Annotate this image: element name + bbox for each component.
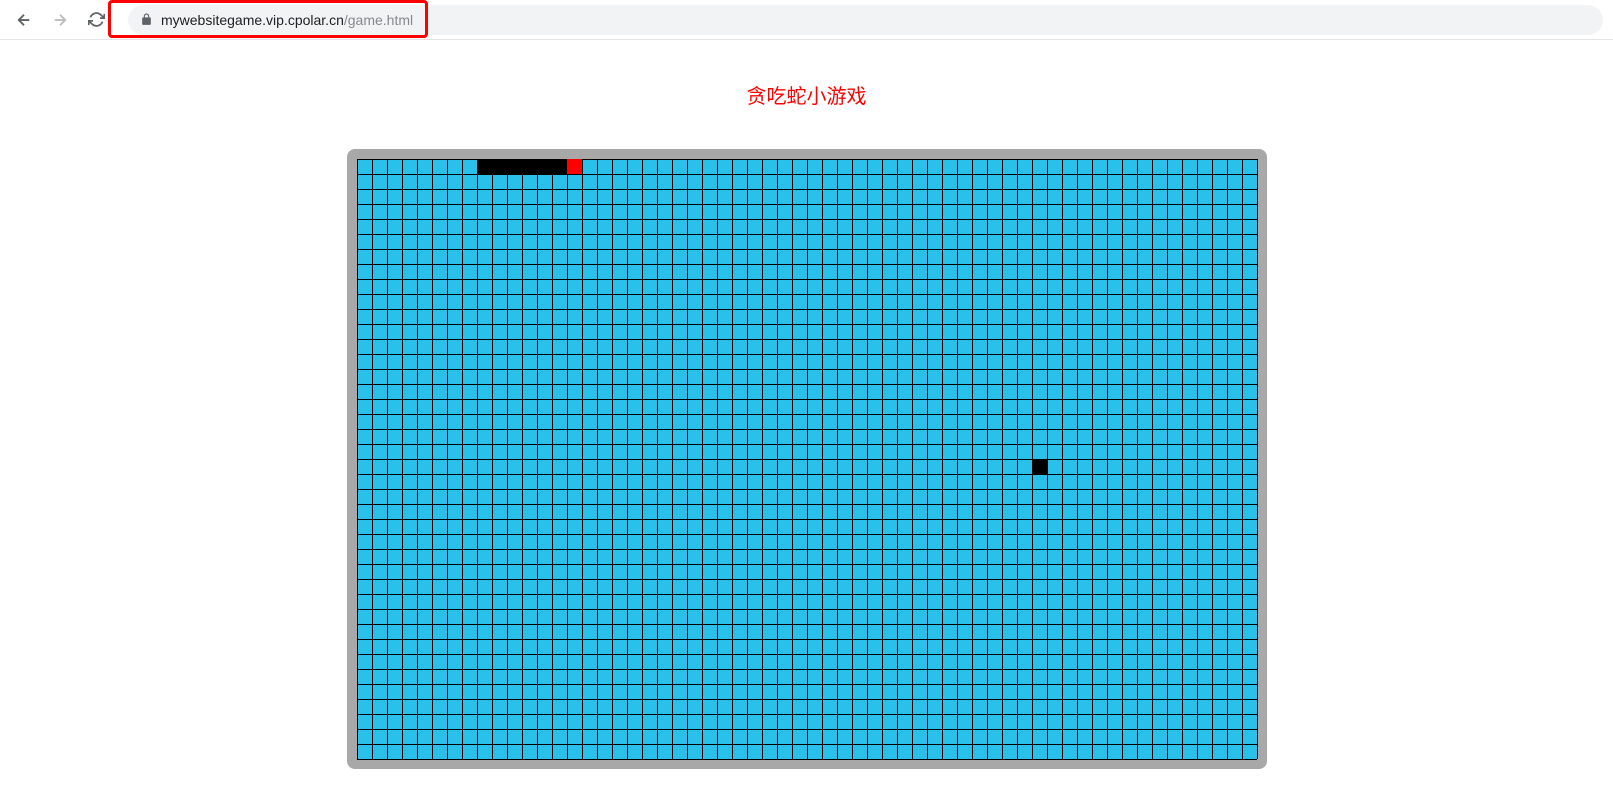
grid-line-horizontal — [357, 189, 1257, 190]
browser-chrome: mywebsitegame.vip.cpolar.cn/game.html — [0, 0, 1613, 40]
grid-line-horizontal — [357, 744, 1257, 745]
grid-line-horizontal — [357, 549, 1257, 550]
game-board[interactable] — [357, 159, 1257, 759]
lock-icon — [140, 13, 153, 26]
grid-line-horizontal — [357, 309, 1257, 310]
grid-line-horizontal — [357, 714, 1257, 715]
food-cell — [1032, 459, 1047, 474]
snake-body-cell — [552, 159, 567, 174]
grid-line-horizontal — [357, 639, 1257, 640]
grid-line-horizontal — [357, 399, 1257, 400]
grid-line-horizontal — [357, 324, 1257, 325]
snake-body-cell — [522, 159, 537, 174]
grid-line-horizontal — [357, 534, 1257, 535]
grid-line-horizontal — [357, 174, 1257, 175]
grid-line-horizontal — [357, 369, 1257, 370]
grid-line-horizontal — [357, 234, 1257, 235]
grid-line-horizontal — [357, 594, 1257, 595]
grid-line-horizontal — [357, 339, 1257, 340]
grid-line-horizontal — [357, 414, 1257, 415]
url-path: /game.html — [344, 12, 413, 28]
snake-body-cell — [507, 159, 522, 174]
grid-line-horizontal — [357, 429, 1257, 430]
game-title: 贪吃蛇小游戏 — [747, 80, 867, 109]
grid-line-horizontal — [357, 294, 1257, 295]
grid-line-horizontal — [357, 489, 1257, 490]
grid-line-horizontal — [357, 504, 1257, 505]
nav-reload-button[interactable] — [82, 6, 110, 34]
grid-line-horizontal — [357, 654, 1257, 655]
grid-line-horizontal — [357, 684, 1257, 685]
grid-line-horizontal — [357, 624, 1257, 625]
snake-body-cell — [492, 159, 507, 174]
grid-line-horizontal — [357, 249, 1257, 250]
grid-line-horizontal — [357, 444, 1257, 445]
grid-line-horizontal — [357, 384, 1257, 385]
grid-line-horizontal — [357, 204, 1257, 205]
page-content: 贪吃蛇小游戏 — [0, 40, 1613, 769]
address-bar[interactable]: mywebsitegame.vip.cpolar.cn/game.html — [128, 5, 1603, 35]
nav-forward-button[interactable] — [46, 6, 74, 34]
grid-line-horizontal — [357, 354, 1257, 355]
grid-line-horizontal — [357, 669, 1257, 670]
grid-line-horizontal — [357, 729, 1257, 730]
grid-line-horizontal — [357, 699, 1257, 700]
snake-head-cell — [567, 159, 582, 174]
grid-line-horizontal — [357, 474, 1257, 475]
url-domain: mywebsitegame.vip.cpolar.cn — [161, 12, 344, 28]
grid-line-horizontal — [357, 264, 1257, 265]
grid-line-horizontal — [357, 519, 1257, 520]
game-board-frame — [347, 149, 1267, 769]
grid-line-horizontal — [357, 579, 1257, 580]
grid-line-horizontal — [357, 564, 1257, 565]
grid-line-horizontal — [357, 609, 1257, 610]
nav-back-button[interactable] — [10, 6, 38, 34]
grid-line-horizontal — [357, 759, 1257, 760]
grid-line-horizontal — [357, 459, 1257, 460]
snake-body-cell — [477, 159, 492, 174]
grid-line-vertical — [1257, 159, 1258, 759]
grid-line-horizontal — [357, 279, 1257, 280]
grid-line-horizontal — [357, 219, 1257, 220]
url-text: mywebsitegame.vip.cpolar.cn/game.html — [161, 12, 413, 28]
snake-body-cell — [537, 159, 552, 174]
